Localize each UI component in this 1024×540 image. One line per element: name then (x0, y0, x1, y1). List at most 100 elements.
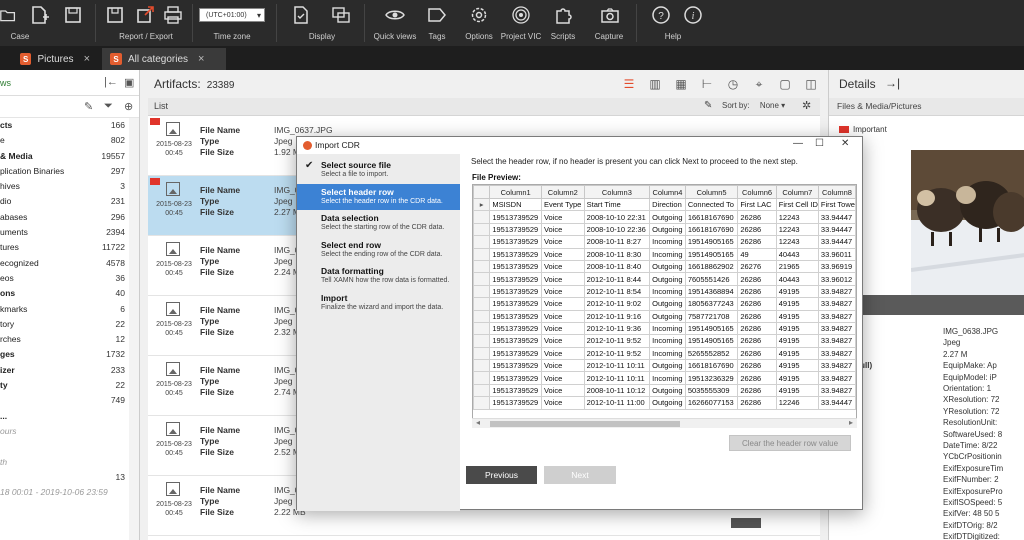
category-item[interactable]: ours (0, 424, 139, 439)
row-header-cell[interactable]: ▸ (473, 197, 491, 212)
dock-right-icon[interactable]: →| (885, 76, 900, 90)
table-row[interactable]: 19513739529 Voice 2012-10-11 9:36 Incoming 1… (473, 321, 856, 336)
open-case-button[interactable] (0, 4, 16, 26)
category-item[interactable]: abases 296 (0, 210, 139, 225)
row-header-cell[interactable] (473, 272, 491, 286)
category-item[interactable]: tures 11722 (0, 240, 139, 255)
maximize-icon[interactable]: ☐ (815, 138, 824, 149)
tab-pictures[interactable]: S Pictures × (12, 48, 98, 70)
category-item[interactable]: dio 231 (0, 194, 139, 209)
row-header-cell[interactable] (473, 359, 491, 373)
category-item[interactable] (0, 439, 139, 454)
category-item[interactable]: plication Binaries 297 (0, 164, 139, 179)
column-header[interactable]: Column6 (737, 185, 777, 199)
photo-preview[interactable] (911, 150, 1024, 295)
wizard-step[interactable]: Import Finalize the wizard and import the… (297, 290, 460, 316)
table-row[interactable]: 19513739529 Voice 2008-10-11 8:40 Outgoing 1… (473, 259, 856, 274)
split-view-icon[interactable]: ◫ (804, 77, 818, 91)
categories-scrollbar[interactable] (129, 118, 139, 540)
filter-icon[interactable]: ⏷ (104, 100, 113, 113)
tree-view-icon[interactable]: ⊢ (700, 77, 714, 91)
category-item[interactable]: eos 36 (0, 271, 139, 286)
wizard-step[interactable]: Select header row Select the header row i… (297, 183, 460, 210)
wizard-step[interactable]: Data selection Select the starting row of… (297, 210, 460, 236)
previous-button[interactable]: Previous (466, 466, 537, 484)
table-row[interactable]: 19513739529 Voice 2012-10-11 9:52 Incoming 1… (473, 334, 856, 348)
row-header-cell[interactable] (473, 284, 491, 299)
row-header-cell[interactable] (473, 383, 491, 398)
column-header[interactable]: Column2 (540, 185, 585, 199)
wizard-step[interactable]: Data formatting Tell XAMN how the row dat… (297, 263, 460, 289)
category-item[interactable]: e 802 (0, 133, 139, 148)
add-icon[interactable]: ⊕ (124, 100, 133, 113)
row-header-cell[interactable] (473, 222, 491, 237)
category-item[interactable]: & Media 19557 (0, 149, 139, 164)
clear-header-row-button[interactable]: Clear the header row value (729, 435, 851, 451)
table-row[interactable]: 19513739529 Voice 2008-10-10 22:31 Outgoing… (473, 210, 856, 224)
timeline-view-icon[interactable]: ◷ (726, 77, 740, 91)
row-header-cell[interactable] (473, 321, 491, 336)
row-header-cell[interactable] (473, 309, 491, 323)
display-layout-button[interactable] (328, 4, 354, 26)
category-item[interactable]: hives 3 (0, 179, 139, 194)
tab-all-categories[interactable]: S All categories × (102, 48, 226, 70)
row-header-cell[interactable] (473, 210, 491, 224)
column-header[interactable]: Column4 (649, 185, 686, 199)
category-item[interactable]: ... (0, 409, 139, 424)
category-item[interactable]: kmarks 6 (0, 302, 139, 317)
minimize-icon[interactable]: — (793, 138, 803, 149)
scroll-thumb[interactable] (490, 421, 680, 427)
next-button[interactable]: Next (544, 466, 616, 484)
row-header-cell[interactable] (473, 247, 491, 261)
table-row[interactable]: 19513739529 Voice 2012-10-11 11:00 Outgoing… (473, 396, 856, 410)
gear-icon[interactable]: ✲ (802, 99, 811, 112)
table-row[interactable]: ▸ MSISDN Event Type Start Time Direction Conn… (473, 197, 856, 212)
category-item[interactable]: ons 40 (0, 286, 139, 301)
display-filter-button[interactable] (288, 4, 314, 26)
close-icon[interactable]: ✕ (841, 138, 849, 149)
print-button[interactable] (162, 4, 184, 26)
file-preview-grid[interactable]: Column1 Column2 Column3 Column4 Column5 Colum… (472, 184, 857, 428)
table-row[interactable]: 19513739529 Voice 2012-10-11 8:54 Incoming 1… (473, 284, 856, 299)
category-item[interactable]: uments 2394 (0, 225, 139, 240)
new-case-button[interactable] (28, 4, 50, 26)
table-row[interactable]: 19513739529 Voice 2012-10-11 10:11 Outgoing… (473, 359, 856, 373)
quick-views-button[interactable] (384, 4, 406, 26)
list-view-icon[interactable]: ☰ (622, 77, 636, 91)
scripts-button[interactable] (552, 4, 574, 26)
tags-button[interactable] (426, 4, 448, 26)
wizard-step[interactable]: Select end row Select the ending row of t… (297, 237, 460, 263)
category-item[interactable]: cts 166 (0, 118, 139, 133)
capture-button[interactable] (594, 4, 626, 26)
map-view-icon[interactable]: ⌖ (752, 77, 766, 91)
row-header-cell[interactable] (473, 297, 491, 311)
category-item[interactable]: ty 22 (0, 378, 139, 393)
pin-icon[interactable]: ✎ (704, 100, 712, 111)
table-row[interactable]: 19513739529 Voice 2008-10-11 8:27 Incoming 1… (473, 235, 856, 249)
sidebar-arrow-icon[interactable]: |← (104, 76, 118, 88)
row-header-cell[interactable] (473, 334, 491, 348)
help-button[interactable]: ? (648, 4, 674, 26)
close-icon[interactable]: × (198, 53, 204, 65)
category-item[interactable]: izer 233 (0, 363, 139, 378)
column-header[interactable]: Column5 (684, 185, 739, 199)
table-row[interactable]: 19513739529 Voice 2012-10-11 10:11 Incoming… (473, 371, 856, 385)
grid-view-icon[interactable]: ▦ (674, 77, 688, 91)
options-button[interactable] (468, 4, 490, 26)
report-button[interactable] (104, 4, 126, 26)
sort-control[interactable]: Sort by: None ▾ (722, 101, 785, 110)
category-item[interactable]: 13 (0, 470, 139, 485)
chat-view-icon[interactable]: ▢ (778, 77, 792, 91)
category-item[interactable]: th (0, 455, 139, 470)
row-header-cell[interactable] (473, 396, 491, 410)
category-item[interactable]: rches 12 (0, 332, 139, 347)
briefcase-icon[interactable]: ▣ (124, 76, 134, 89)
table-row[interactable]: 19513739529 Voice 2012-10-11 9:52 Incoming 5… (473, 346, 856, 361)
wizard-step[interactable]: ✔ Select source file Select a file to impo… (297, 157, 460, 183)
row-header-cell[interactable] (473, 346, 491, 361)
about-button[interactable]: i (682, 4, 704, 26)
category-item[interactable]: ges 1732 (0, 347, 139, 362)
table-row[interactable]: 19513739529 Voice 2012-10-11 9:16 Outgoing 7… (473, 309, 856, 323)
timezone-select[interactable]: (UTC+01:00) (199, 8, 265, 23)
export-button[interactable] (134, 4, 156, 26)
